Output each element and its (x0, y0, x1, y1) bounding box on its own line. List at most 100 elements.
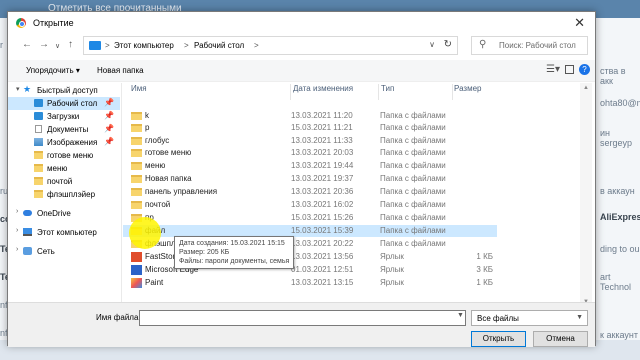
computer-icon (89, 41, 101, 50)
file-date: 13.03.2021 19:37 (291, 174, 354, 183)
download-folder-icon (34, 112, 43, 120)
nav-item-label: Сеть (37, 247, 55, 256)
nav-item-quick-access[interactable]: ▾ ★ Быстрый доступ (8, 84, 120, 97)
background-text: art Technol (600, 272, 632, 292)
file-row[interactable]: k 13.03.2021 11:20 Папка с файлами (123, 110, 497, 122)
address-bar[interactable]: > Этот компьютер > Рабочий стол > ∨ ↻ (83, 36, 458, 55)
column-header-name[interactable]: Имя (131, 84, 291, 100)
folder-icon (131, 201, 142, 209)
nav-item-onedrive[interactable]: › OneDrive (8, 207, 120, 220)
nav-item-label: Изображения (47, 138, 98, 147)
expand-arrow-icon[interactable]: › (16, 246, 18, 253)
expand-arrow-icon[interactable]: › (16, 208, 18, 215)
nav-item-label: Этот компьютер (37, 228, 97, 237)
chrome-icon (16, 18, 26, 28)
background-text: ства в акк (600, 66, 626, 86)
help-icon[interactable]: ? (579, 64, 590, 75)
background-text: r (0, 40, 3, 50)
file-row[interactable]: Новая папка 13.03.2021 19:37 Папка с фай… (123, 173, 497, 185)
nav-item-label: флэшплэйер (47, 190, 96, 199)
expand-arrow-icon[interactable]: › (16, 227, 18, 234)
tooltip-size: Размер: 205 КБ (179, 249, 230, 256)
column-header-size[interactable]: Размер (454, 84, 482, 100)
filename-dropdown-icon[interactable]: ▼ (457, 312, 464, 319)
file-date: 15.03.2021 11:21 (291, 123, 353, 132)
nav-item-label: Документы (47, 125, 89, 134)
nav-item-ready-menu[interactable]: готове меню (8, 149, 120, 162)
file-date: 13.03.2021 20:36 (291, 187, 354, 196)
file-type: Папка с файлами (380, 111, 446, 120)
file-row[interactable]: панель управления 13.03.2021 20:36 Папка… (123, 186, 497, 198)
column-header-type[interactable]: Тип (381, 84, 453, 100)
pin-icon: 📌 (104, 98, 114, 107)
background-text: AliExpress (600, 212, 640, 222)
pane-divider[interactable] (121, 83, 122, 307)
folder-icon (131, 137, 142, 145)
cancel-button[interactable]: Отмена (533, 331, 588, 347)
folder-icon (34, 151, 43, 159)
refresh-icon[interactable]: ↻ (444, 39, 452, 50)
file-type-select[interactable]: Все файлы ▼ (471, 310, 588, 326)
file-row[interactable]: пр 15.03.2021 15:26 Папка с файлами (123, 212, 497, 224)
background-text: в аккаун (600, 186, 635, 196)
nav-item-documents[interactable]: Документы 📌 (8, 123, 120, 136)
file-type: Ярлык (380, 265, 404, 274)
file-row[interactable]: готове меню 13.03.2021 20:03 Папка с фай… (123, 147, 497, 159)
file-date: 01.03.2021 12:51 (291, 265, 354, 274)
chevron-down-icon: ▼ (576, 314, 583, 321)
organize-button[interactable]: Упорядочить ▾ (26, 66, 80, 75)
file-row[interactable]: Paint 13.03.2021 13:15 Ярлык 1 КБ (123, 277, 497, 289)
file-list: Имя Дата изменения Тип Размер k 13.03.20… (123, 83, 497, 307)
back-arrow-icon[interactable]: ← (22, 39, 32, 50)
file-row[interactable]: p 15.03.2021 11:21 Папка с файлами (123, 122, 497, 134)
file-date: 15.03.2021 15:26 (291, 213, 354, 222)
filename-input[interactable] (139, 310, 466, 326)
dialog-bottom-bar: Имя файла: ▼ Все файлы ▼ Открыть Отмена (8, 302, 595, 347)
address-dropdown-icon[interactable]: ∨ (429, 40, 435, 49)
scroll-up-icon[interactable]: ▲ (583, 85, 589, 91)
recent-locations-chevron-icon[interactable]: ∨ (55, 42, 60, 50)
file-row[interactable]: глобус 13.03.2021 11:33 Папка с файлами (123, 135, 497, 147)
nav-item-desktop[interactable]: Рабочий стол 📌 (8, 97, 120, 110)
nav-item-label: OneDrive (37, 209, 71, 218)
nav-item-this-pc[interactable]: › Этот компьютер (8, 226, 120, 239)
nav-item-flashplayer[interactable]: флэшплэйер (8, 188, 120, 201)
search-box[interactable]: ⚲ Поиск: Рабочий стол (471, 36, 588, 55)
file-type: Папка с файлами (380, 123, 446, 132)
open-button[interactable]: Открыть (471, 331, 526, 347)
filename-label: Имя файла: (96, 313, 141, 322)
breadcrumb-this-pc[interactable]: Этот компьютер (114, 41, 174, 50)
forward-arrow-icon[interactable]: → (39, 39, 49, 50)
faststone-app-icon (131, 252, 142, 262)
onedrive-icon (23, 210, 32, 216)
file-row[interactable]: почтой 13.03.2021 16:02 Папка с файлами (123, 199, 497, 211)
close-icon[interactable]: ✕ (574, 15, 585, 31)
folder-icon (131, 112, 142, 120)
vertical-scrollbar[interactable]: ▲ ▼ (580, 83, 592, 307)
breadcrumb-desktop[interactable]: Рабочий стол (194, 41, 244, 50)
pin-icon: 📌 (104, 111, 114, 120)
view-options-icon[interactable]: ☰▾ (546, 64, 560, 75)
collapse-arrow-icon[interactable]: ▾ (16, 85, 20, 93)
navigation-pane: ▾ ★ Быстрый доступ Рабочий стол 📌 Загруз… (8, 83, 120, 307)
nav-item-network[interactable]: › Сеть (8, 245, 120, 258)
file-date: 13.03.2021 11:20 (291, 111, 353, 120)
nav-item-mail[interactable]: почтой (8, 175, 120, 188)
nav-item-downloads[interactable]: Загрузки 📌 (8, 110, 120, 123)
file-date: 13.03.2021 20:22 (291, 239, 354, 248)
up-arrow-icon[interactable]: ↑ (68, 39, 73, 50)
computer-icon (23, 228, 32, 236)
file-row[interactable]: меню 13.03.2021 19:44 Папка с файлами (123, 160, 497, 172)
nav-item-menu[interactable]: меню (8, 162, 120, 175)
background-text: к аккаунт (600, 330, 639, 340)
folder-icon (131, 175, 142, 183)
nav-item-pictures[interactable]: Изображения 📌 (8, 136, 120, 149)
pin-icon: 📌 (104, 137, 114, 146)
new-folder-button[interactable]: Новая папка (97, 66, 144, 75)
folder-icon (131, 188, 142, 196)
file-date: 13.03.2021 16:02 (291, 200, 354, 209)
column-header-date[interactable]: Дата изменения (293, 84, 379, 100)
file-size: 1 КБ (476, 252, 493, 261)
file-date: 13.03.2021 13:15 (291, 278, 354, 287)
preview-pane-icon[interactable] (565, 65, 574, 74)
